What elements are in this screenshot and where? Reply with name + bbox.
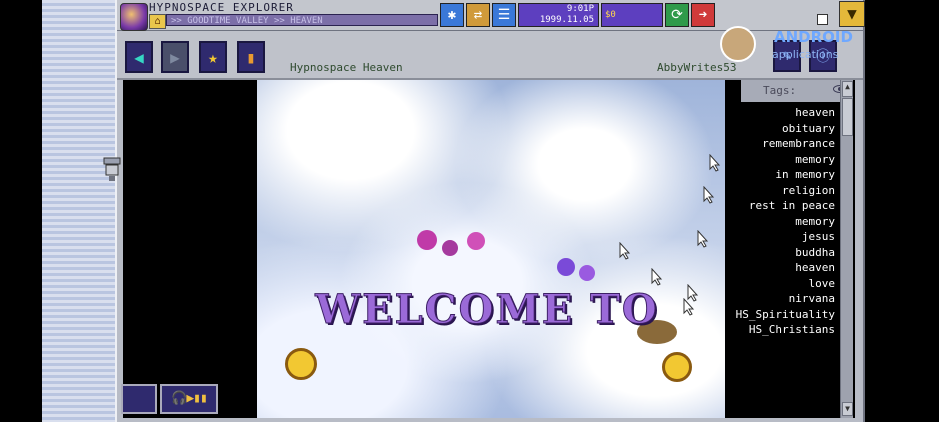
welcome-heading: WELCOME TO <box>315 286 659 334</box>
app-title: HYPNOSPACE EXPLORER <box>149 1 294 14</box>
cursor-icon <box>703 186 715 204</box>
media-player-controls[interactable]: 🎧▶▮▮ <box>160 384 218 414</box>
flower-decoration <box>442 240 458 256</box>
watermark-brand: ANDROID <box>774 28 853 46</box>
tag-list: heaven obituary remembrance memory in me… <box>725 105 837 338</box>
app-logo-icon[interactable] <box>120 3 148 31</box>
refresh-icon[interactable]: ⟳ <box>665 3 689 27</box>
scroll-down-icon[interactable]: ▼ <box>842 402 853 416</box>
swap-arrows-icon[interactable]: ⇄ <box>466 3 490 27</box>
tag-item[interactable]: memory <box>725 214 837 230</box>
tags-panel: Tags: heaven obituary remembrance memory… <box>725 80 847 418</box>
clock-display: 9:01P 1999.11.05 <box>518 3 599 27</box>
tags-label: Tags: <box>763 84 797 97</box>
flower-decoration <box>417 230 437 250</box>
cursor-icon <box>619 242 631 260</box>
clock-date: 1999.11.05 <box>539 15 594 25</box>
coin-counter: $0 <box>601 3 663 27</box>
vertical-scrollbar[interactable]: ▲ ▼ <box>840 80 853 418</box>
back-arrow-icon[interactable]: ◀ <box>125 41 153 73</box>
clock-time: 9:01P <box>566 4 594 14</box>
tag-item[interactable]: nirvana <box>725 291 837 307</box>
tag-item[interactable]: remembrance <box>725 136 837 152</box>
cursor-icon <box>709 154 721 172</box>
bookmark-icon[interactable]: ▮ <box>237 41 265 73</box>
flower-decoration <box>467 232 485 250</box>
home-icon[interactable]: ⌂ <box>149 14 166 29</box>
cursor-icon <box>683 298 695 316</box>
flower-decoration <box>285 348 317 380</box>
tag-item[interactable]: heaven <box>725 260 837 276</box>
forward-arrow-icon[interactable]: ▶ <box>161 41 189 73</box>
exit-icon[interactable]: ➜ <box>691 3 715 27</box>
left-border <box>0 0 42 422</box>
settings-gear-icon[interactable]: ✱ <box>440 3 464 27</box>
tag-item[interactable]: heaven <box>725 105 837 121</box>
flower-decoration <box>579 265 595 281</box>
favorite-star-icon[interactable]: ★ <box>199 41 227 73</box>
menu-icon[interactable]: ☰ <box>492 3 516 27</box>
watermark-subtitle: applications <box>772 48 839 61</box>
tag-item[interactable]: obituary <box>725 121 837 137</box>
tag-item[interactable]: rest in peace <box>725 198 837 214</box>
cursor-icon <box>651 268 663 286</box>
flower-decoration <box>662 352 692 382</box>
welcome-banner-image: WELCOME TO <box>257 80 725 418</box>
scroll-thumb[interactable] <box>842 98 853 136</box>
tag-item[interactable]: buddha <box>725 245 837 261</box>
tag-item[interactable]: HS_Christians <box>725 322 837 338</box>
tags-header: Tags: <box>741 80 847 102</box>
scroll-up-icon[interactable]: ▲ <box>842 81 853 97</box>
tag-item[interactable]: love <box>725 276 837 292</box>
tag-item[interactable]: memory <box>725 152 837 168</box>
side-lamp-icon[interactable] <box>101 156 123 182</box>
tag-item[interactable]: jesus <box>725 229 837 245</box>
media-preview-box[interactable] <box>121 384 157 414</box>
tag-item[interactable]: HS_Spirituality <box>725 307 837 323</box>
cursor-icon <box>697 230 709 248</box>
tag-item[interactable]: in memory <box>725 167 837 183</box>
tag-item[interactable]: religion <box>725 183 837 199</box>
pug-logo-icon <box>720 26 756 62</box>
page-content: WELCOME TO Tags: heaven obituary remembr… <box>123 80 855 418</box>
flower-decoration <box>557 258 575 276</box>
site-title: Hypnospace Heaven <box>290 61 403 74</box>
address-bar[interactable]: >> GOODTIME VALLEY >> HEAVEN <box>166 14 438 26</box>
right-border <box>864 0 939 422</box>
watermark-logo: ANDROID applications <box>720 22 860 70</box>
